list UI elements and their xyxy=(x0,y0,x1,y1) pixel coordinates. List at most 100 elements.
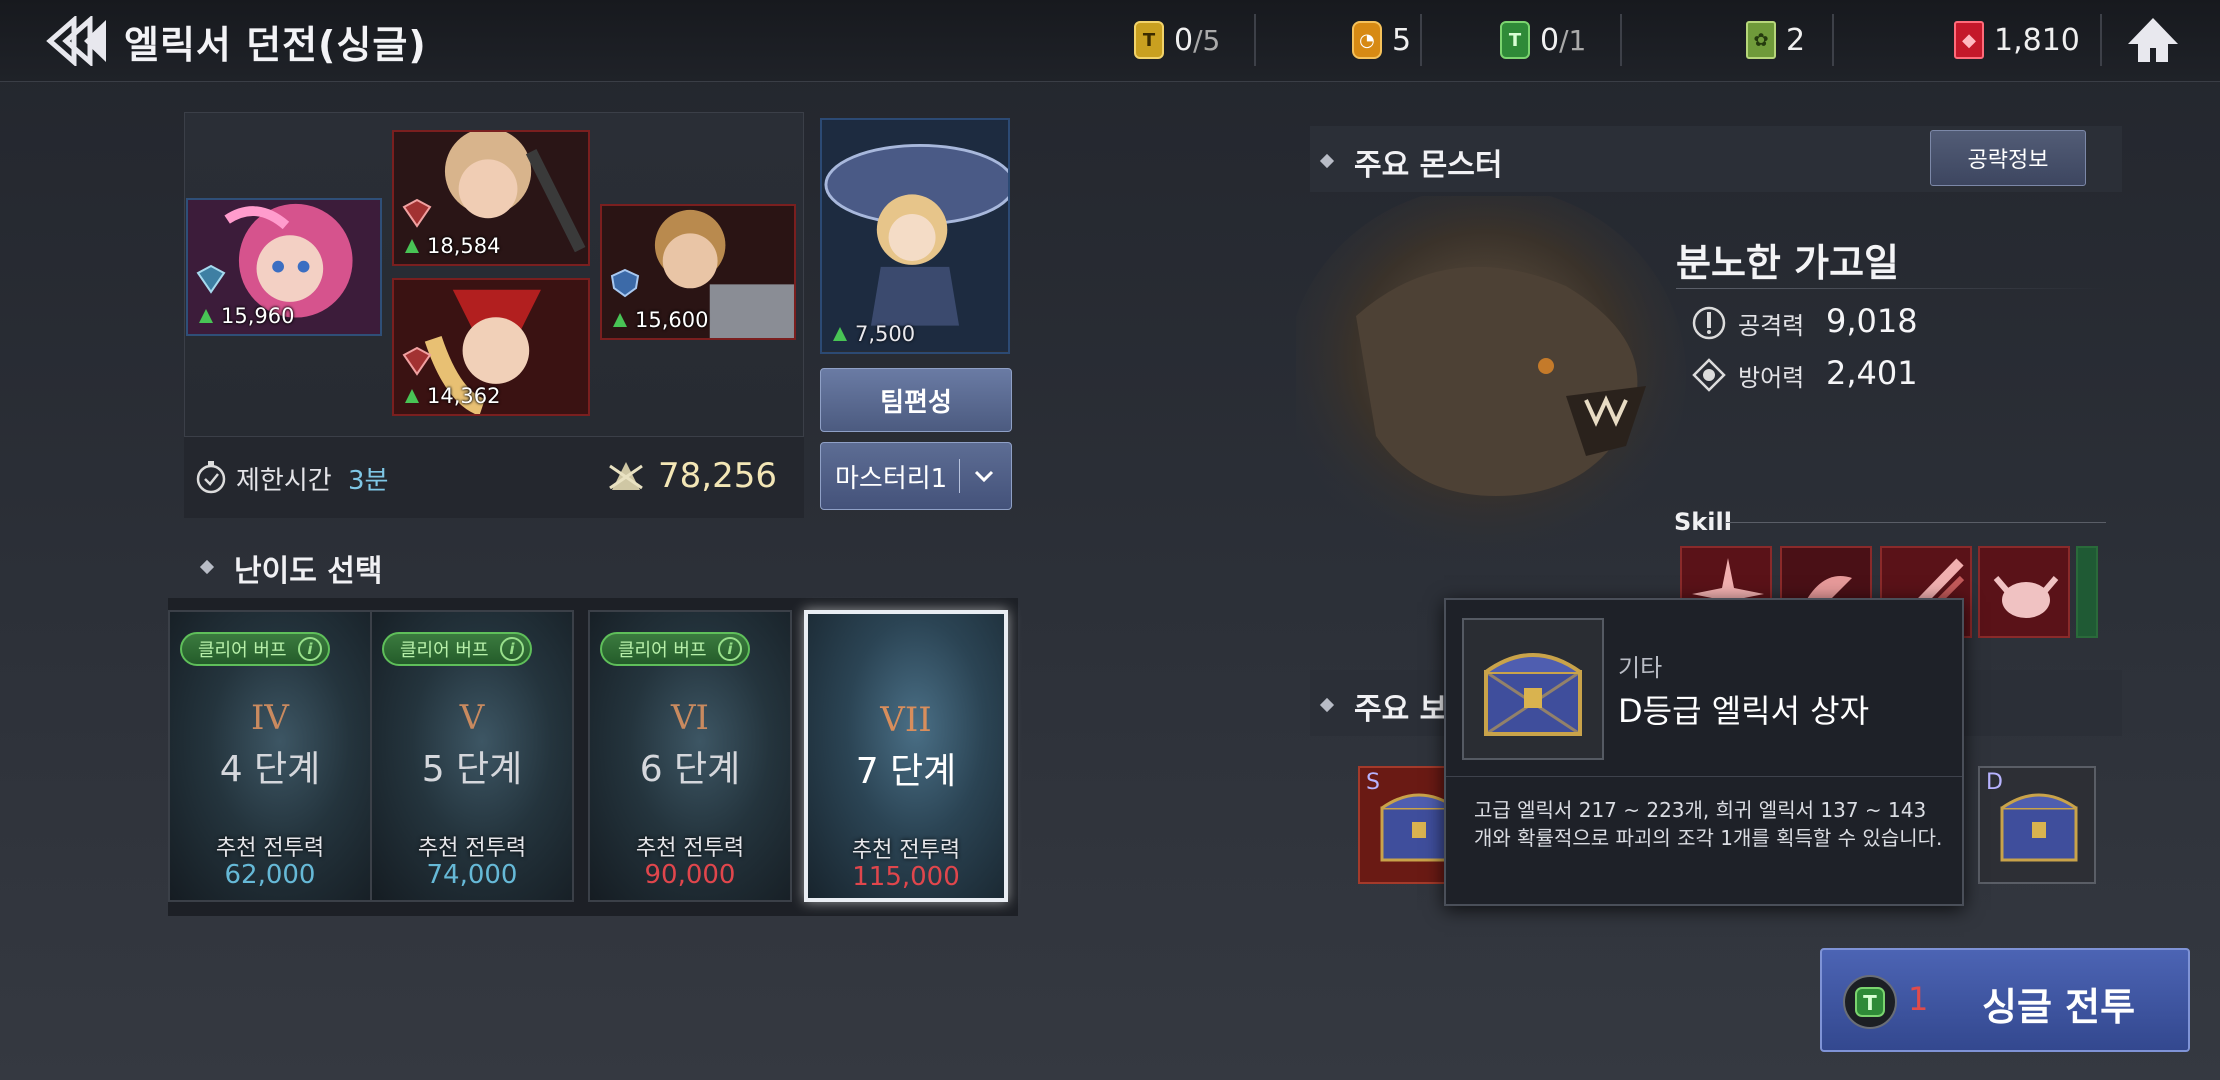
resource-value: 5 xyxy=(1392,22,1412,58)
hero-combat-power: 15,960 xyxy=(196,304,294,328)
stage-label: 6 단계 xyxy=(639,749,741,790)
stage-roman: VII xyxy=(880,700,932,740)
warrior-class-icon xyxy=(402,198,432,228)
info-icon[interactable]: i xyxy=(298,637,322,661)
ticket-cost: 1 xyxy=(1908,980,1929,1018)
back-arrow-icon[interactable] xyxy=(44,16,110,66)
resource-green-card[interactable]: ✿ 2 xyxy=(1746,16,1805,64)
stage-label: 7 단계 xyxy=(855,751,957,792)
tooltip-category: 기타 xyxy=(1618,654,1663,682)
monster-name: 분노한 가고일 xyxy=(1676,241,1899,285)
tank-class-icon xyxy=(610,268,640,298)
combat-power-icon xyxy=(613,313,627,327)
bullet-icon xyxy=(1320,698,1336,714)
divider xyxy=(1254,14,1256,66)
tooltip-description: 고급 엘릭서 217 ~ 223개, 희귀 엘릭서 137 ~ 143개와 확률… xyxy=(1474,798,1943,850)
hero-slot-3[interactable]: 14,362 xyxy=(392,278,590,416)
clear-buff-tag[interactable]: 클리어 버프 i xyxy=(382,632,532,666)
buff-label: 클리어 버프 xyxy=(400,640,489,661)
hero-slot-2[interactable]: 18,584 xyxy=(392,130,590,266)
recommended-power-value: 90,000 xyxy=(644,860,736,890)
hero-combat-power: 14,362 xyxy=(402,384,500,408)
divider xyxy=(1832,14,1834,66)
resource-red-gem[interactable]: ◆ 1,810 xyxy=(1954,16,2080,64)
reward-item-d[interactable]: D xyxy=(1978,766,2096,884)
difficulty-card-7-selected[interactable]: VII 7 단계 추천 전투력 115,000 xyxy=(804,610,1008,902)
cp-value: 18,584 xyxy=(427,234,501,258)
cp-value: 15,600 xyxy=(635,308,709,332)
team-formation-button[interactable]: 팀편성 xyxy=(820,368,1012,432)
resource-max: /1 xyxy=(1559,23,1587,57)
skill-label: Skill xyxy=(1674,508,1732,536)
recommended-power-value: 62,000 xyxy=(224,860,316,890)
clear-buff-tag[interactable]: 클리어 버프 i xyxy=(180,632,330,666)
mastery-select[interactable]: 마스터리1 xyxy=(820,442,1012,510)
stopwatch-icon xyxy=(196,461,226,494)
chevron-down-icon xyxy=(975,470,994,483)
resource-value: 0 xyxy=(1540,22,1560,58)
divider xyxy=(1676,288,2106,289)
recommended-power-label: 추천 전투력 xyxy=(851,838,961,863)
divider xyxy=(1446,776,1962,777)
skill-4[interactable] xyxy=(1978,546,2070,638)
divider xyxy=(2100,14,2102,66)
resource-value: 0 xyxy=(1174,22,1194,58)
stage-roman: IV xyxy=(251,698,289,738)
stage-label: 4 단계 xyxy=(219,749,321,790)
cp-value: 15,960 xyxy=(221,304,295,328)
grade-label: D xyxy=(1986,770,2003,795)
combat-power-icon xyxy=(405,389,419,403)
divider xyxy=(959,459,961,493)
combat-power-icon xyxy=(199,309,213,323)
home-icon[interactable] xyxy=(2126,14,2180,66)
time-limit-value: 3분 xyxy=(348,466,389,496)
mastery-value: 마스터리1 xyxy=(835,463,948,494)
resource-stamina[interactable]: ◔ 5 xyxy=(1352,16,1411,64)
divider xyxy=(1620,14,1622,66)
difficulty-card-6[interactable]: 클리어 버프 i VI 6 단계 추천 전투력 90,000 xyxy=(588,610,792,902)
skill-green-icon xyxy=(2078,548,2096,636)
resource-green-ticket[interactable]: T 0 /1 xyxy=(1500,16,1586,64)
difficulty-card-5[interactable]: 클리어 버프 i V 5 단계 추천 전투력 74,000 xyxy=(370,610,574,902)
info-icon[interactable]: i xyxy=(500,637,524,661)
recommended-power-value: 74,000 xyxy=(426,860,518,890)
clear-buff-tag[interactable]: 클리어 버프 i xyxy=(600,632,750,666)
single-battle-button[interactable]: T 1 싱글 전투 xyxy=(1820,948,2190,1052)
green-ticket-icon: T xyxy=(1500,21,1530,59)
hero-slot-4[interactable]: 15,600 xyxy=(600,204,796,340)
monster-portrait xyxy=(1296,196,1686,566)
cp-value: 7,500 xyxy=(855,322,916,346)
top-bar: 엘릭서 던전(싱글) T 0 /5 ◔ 5 T 0 /1 ✿ 2 ◆ 1,810 xyxy=(0,0,2220,82)
stamina-potion-icon: ◔ xyxy=(1352,21,1382,59)
combat-power-icon xyxy=(833,327,847,341)
difficulty-card-4[interactable]: 클리어 버프 i IV 4 단계 추천 전투력 62,000 xyxy=(168,610,372,902)
svg-text:T: T xyxy=(1863,991,1877,1015)
strategy-info-button[interactable]: 공략정보 xyxy=(1930,130,2086,186)
reward-header: 주요 보 xyxy=(1320,684,1447,728)
recommended-power-label: 추천 전투력 xyxy=(635,836,745,861)
red-gem-icon: ◆ xyxy=(1954,21,1984,59)
info-icon[interactable]: i xyxy=(718,637,742,661)
attack-icon xyxy=(1692,306,1726,340)
defense-icon xyxy=(1692,358,1726,392)
attack-label: 공격력 xyxy=(1738,312,1805,340)
leader-slot[interactable]: 7,500 xyxy=(820,118,1010,354)
skill-5[interactable] xyxy=(2076,546,2098,638)
combat-power-icon xyxy=(405,239,419,253)
green-card-icon: ✿ xyxy=(1746,21,1776,59)
skill-crab-icon xyxy=(1980,548,2068,636)
section-title: 주요 몬스터 xyxy=(1354,148,1503,183)
grade-label: S xyxy=(1366,770,1380,795)
defense-label: 방어력 xyxy=(1738,364,1805,392)
section-title: 주요 보 xyxy=(1354,692,1448,727)
divider xyxy=(1726,522,2106,523)
stage-roman: VI xyxy=(671,698,709,738)
page-title: 엘릭서 던전(싱글) xyxy=(124,23,427,67)
hero-slot-1[interactable]: 15,960 xyxy=(186,198,382,336)
hero-combat-power: 7,500 xyxy=(830,322,915,346)
battle-label: 싱글 전투 xyxy=(1982,985,2136,1029)
cp-value: 14,362 xyxy=(427,384,501,408)
resource-gold-ticket[interactable]: T 0 /5 xyxy=(1134,16,1220,64)
gold-ticket-icon: T xyxy=(1134,21,1164,59)
resource-max: /5 xyxy=(1193,23,1221,57)
